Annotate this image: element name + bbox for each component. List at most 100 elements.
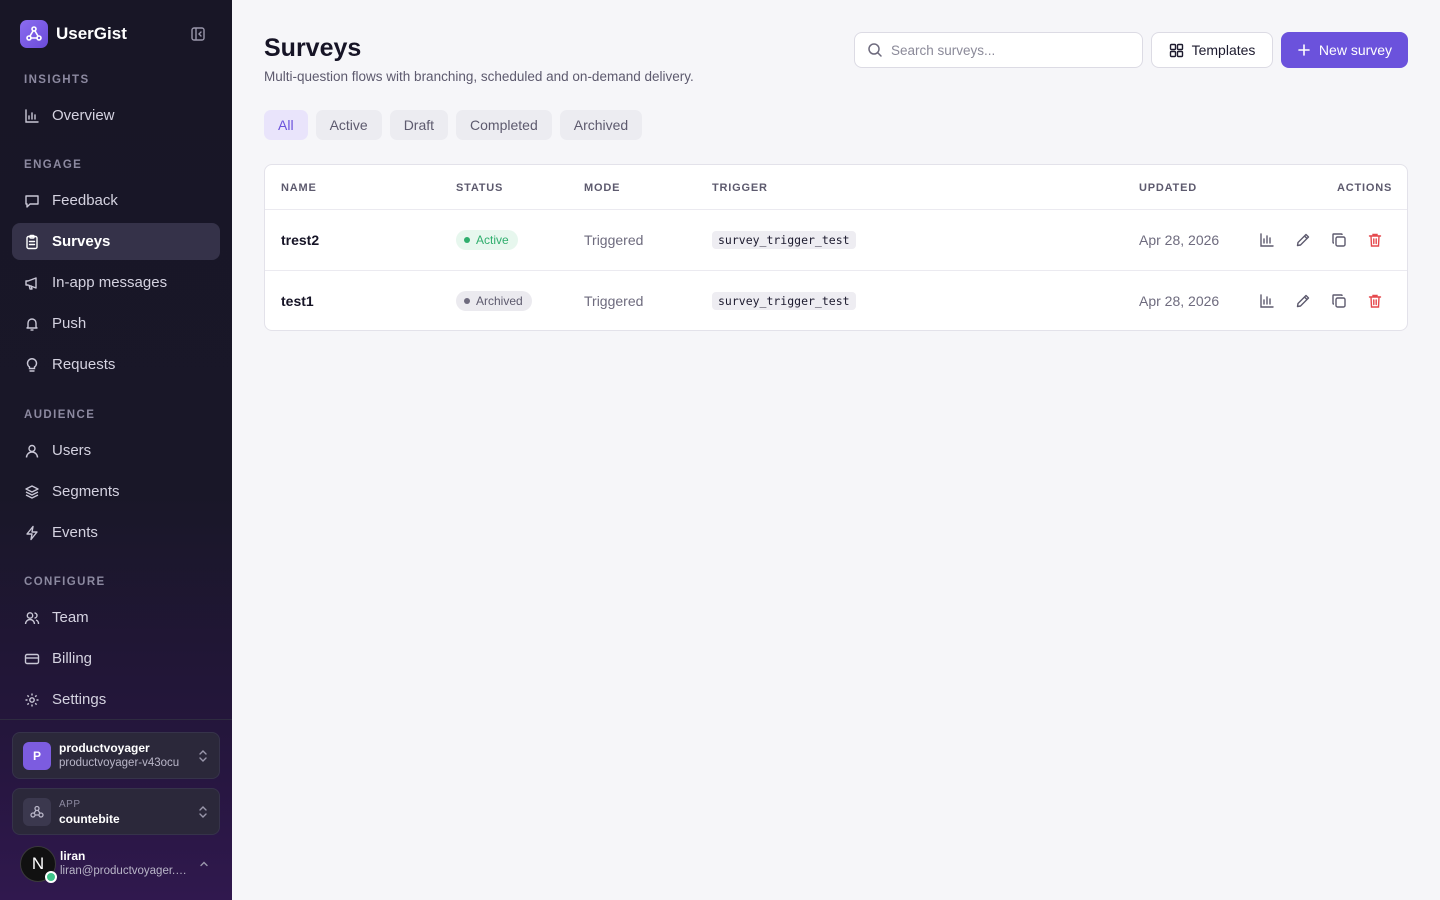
gear-icon <box>25 693 39 706</box>
bell-icon <box>26 317 38 331</box>
analytics-icon[interactable] <box>1257 291 1277 311</box>
org-avatar: P <box>23 741 51 770</box>
bar-chart-icon <box>25 108 39 123</box>
sidebar-item-segments[interactable]: Segments <box>12 473 220 510</box>
table-row[interactable]: trest2 Active Triggered survey_trigger_t… <box>265 210 1407 270</box>
sidebar-item-label: Events <box>52 524 98 541</box>
sidebar-item-label: In-app messages <box>52 274 168 291</box>
survey-trigger: survey_trigger_test <box>712 292 856 310</box>
sidebar-item-label: Users <box>52 442 92 459</box>
status-label: Archived <box>476 294 523 308</box>
sidebar-item-in-app-messages[interactable]: In-app messages <box>12 264 220 301</box>
trash-icon[interactable] <box>1365 291 1385 311</box>
search-box[interactable] <box>854 32 1143 68</box>
sidebar-item-label: Overview <box>52 107 115 124</box>
sidebar-item-feedback[interactable]: Feedback <box>12 182 220 219</box>
app-icon <box>23 797 51 826</box>
org-slug: productvoyager-v43ocu <box>59 756 180 769</box>
sidebar-item-settings[interactable]: Settings <box>12 681 220 718</box>
sidebar-item-users[interactable]: Users <box>12 432 220 469</box>
chevrons-up-down-icon <box>199 749 207 762</box>
app-name: countebite <box>59 811 120 826</box>
users-icon <box>24 611 40 624</box>
sidebar-item-push[interactable]: Push <box>12 305 220 342</box>
section-label-engage: ENGAGE <box>24 159 83 171</box>
new-survey-button-label: New survey <box>1318 42 1393 58</box>
usergist-logo-icon <box>20 20 48 48</box>
new-survey-button[interactable]: New survey <box>1281 32 1408 68</box>
column-header-status: STATUS <box>456 182 504 194</box>
sidebar-item-surveys[interactable]: Surveys <box>12 223 220 260</box>
page-title: Surveys <box>264 34 362 62</box>
sidebar-item-billing[interactable]: Billing <box>12 640 220 677</box>
trash-icon[interactable] <box>1365 230 1385 250</box>
tab-archived[interactable]: Archived <box>559 110 643 140</box>
sidebar-item-team[interactable]: Team <box>12 599 220 636</box>
survey-mode: Triggered <box>584 293 644 309</box>
org-switcher[interactable]: P productvoyager productvoyager-v43ocu <box>12 732 220 779</box>
org-name: productvoyager <box>59 740 150 755</box>
duplicate-icon[interactable] <box>1329 230 1349 250</box>
brand-name: UserGist <box>56 24 127 43</box>
search-input[interactable] <box>891 42 1121 58</box>
zap-icon <box>26 525 38 540</box>
user-name: liran <box>60 849 86 863</box>
message-square-icon <box>25 194 39 208</box>
status-filter-tabs: All Active Draft Completed Archived <box>264 110 650 140</box>
survey-updated: Apr 28, 2026 <box>1139 293 1220 309</box>
plus-icon <box>1298 44 1310 56</box>
clipboard-icon <box>26 234 38 249</box>
page-subtitle: Multi-question flows with branching, sch… <box>264 69 694 84</box>
column-header-updated: UPDATED <box>1139 182 1197 194</box>
sidebar-item-label: Feedback <box>52 192 118 209</box>
tab-all[interactable]: All <box>264 110 308 140</box>
column-header-actions: ACTIONS <box>1337 182 1393 194</box>
online-status-dot <box>45 871 57 883</box>
chevron-up-icon <box>200 861 208 867</box>
layers-icon <box>25 484 39 499</box>
survey-updated: Apr 28, 2026 <box>1139 232 1220 248</box>
table-row[interactable]: test1 Archived Triggered survey_trigger_… <box>265 271 1407 331</box>
sidebar-item-label: Push <box>52 315 87 332</box>
status-badge: Active <box>456 230 518 250</box>
avatar-initial: N <box>31 854 45 873</box>
tab-completed[interactable]: Completed <box>456 110 552 140</box>
user-menu[interactable]: N liran liran@productvoyager.co... <box>20 844 220 884</box>
search-icon <box>868 43 882 57</box>
brand[interactable]: UserGist <box>20 20 127 48</box>
duplicate-icon[interactable] <box>1329 291 1349 311</box>
sidebar-item-overview[interactable]: Overview <box>12 97 220 134</box>
section-label-insights: INSIGHTS <box>24 74 90 86</box>
status-dot <box>464 237 470 243</box>
grid-icon <box>1169 43 1183 57</box>
sidebar-item-label: Requests <box>52 356 116 373</box>
lightbulb-icon <box>26 357 38 372</box>
section-label-audience: AUDIENCE <box>24 409 96 421</box>
section-label-configure: CONFIGURE <box>24 576 106 588</box>
status-dot <box>464 298 470 304</box>
sidebar-item-label: Settings <box>52 691 107 708</box>
analytics-icon[interactable] <box>1257 230 1277 250</box>
avatar: N <box>20 846 57 883</box>
edit-pencil-icon[interactable] <box>1293 230 1313 250</box>
sidebar-divider <box>0 719 232 720</box>
tab-draft[interactable]: Draft <box>389 110 449 140</box>
column-header-mode: MODE <box>584 182 621 194</box>
credit-card-icon <box>24 653 40 664</box>
app-switcher[interactable]: APP countebite <box>12 788 220 835</box>
status-label: Active <box>476 233 509 247</box>
edit-pencil-icon[interactable] <box>1293 291 1313 311</box>
survey-trigger: survey_trigger_test <box>712 231 856 249</box>
collapse-sidebar-icon[interactable] <box>188 24 208 44</box>
sidebar-item-events[interactable]: Events <box>12 514 220 551</box>
templates-button[interactable]: Templates <box>1151 32 1273 68</box>
sidebar-item-label: Team <box>52 609 89 626</box>
survey-name[interactable]: test1 <box>281 293 314 309</box>
status-badge: Archived <box>456 291 532 311</box>
sidebar-item-label: Billing <box>52 650 93 667</box>
survey-name[interactable]: trest2 <box>281 232 319 248</box>
megaphone-icon <box>25 276 37 290</box>
tab-active[interactable]: Active <box>315 110 382 140</box>
sidebar-item-requests[interactable]: Requests <box>12 346 220 383</box>
column-header-trigger: TRIGGER <box>712 182 768 194</box>
